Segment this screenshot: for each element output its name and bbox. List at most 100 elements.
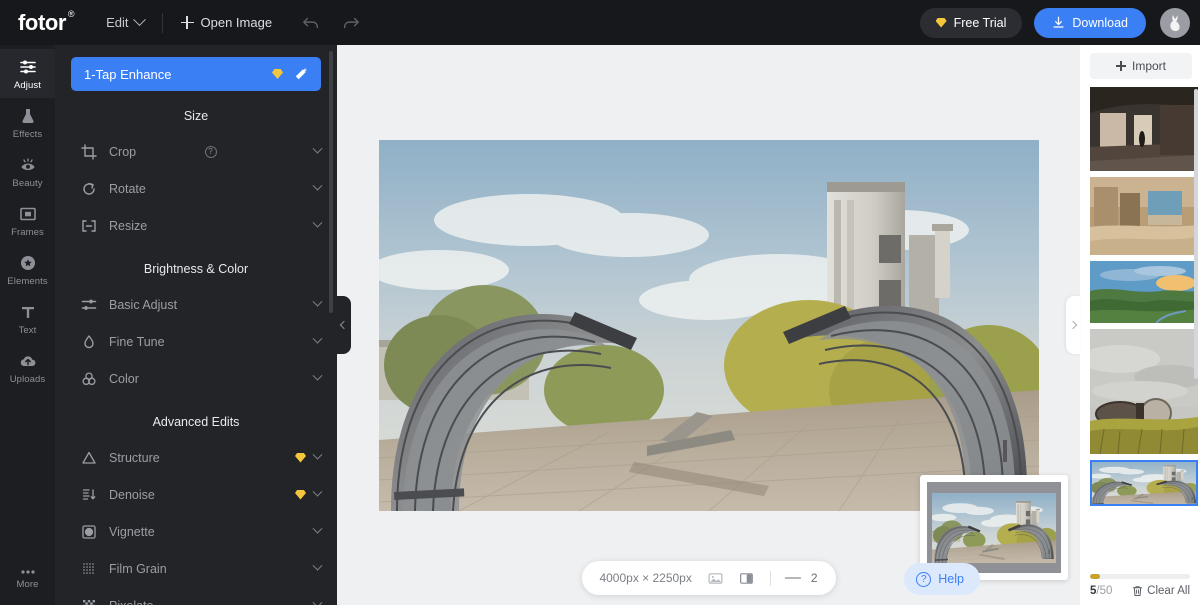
help-button[interactable]: ? Help xyxy=(904,563,980,595)
download-icon xyxy=(1053,16,1064,28)
zoom-value: 2 xyxy=(810,571,818,585)
chevron-right-icon xyxy=(1068,320,1078,330)
sidebar-item-frames[interactable]: Frames xyxy=(0,196,55,245)
history-controls xyxy=(302,14,360,32)
thumbnail-green-valley-sunset[interactable] xyxy=(1090,261,1198,323)
thumbnail-artwork xyxy=(1090,87,1198,171)
adjust-row-resize[interactable]: Resize xyxy=(55,207,337,244)
thumbnail-list[interactable] xyxy=(1080,87,1200,570)
canvas-photo[interactable] xyxy=(379,140,1039,511)
sidebar-item-adjust[interactable]: Adjust xyxy=(0,49,55,98)
fotor-logo[interactable]: fotor ® xyxy=(18,9,75,35)
sidebar-item-label: Uploads xyxy=(9,374,46,385)
magic-wand-icon xyxy=(295,67,308,79)
sidebar-item-elements[interactable]: Elements xyxy=(0,245,55,294)
chevron-down-icon xyxy=(312,296,323,307)
adjust-row-label: Vignette xyxy=(109,524,155,539)
free-trial-button[interactable]: Free Trial xyxy=(919,7,1023,38)
split-view-icon[interactable] xyxy=(739,571,754,586)
thumbnail-grass-field-dishes[interactable] xyxy=(1090,329,1198,454)
left-tool-rail: Adjust Effects Beauty Frames Elements Te… xyxy=(0,45,55,605)
zoom-out-button[interactable]: — xyxy=(785,569,801,587)
chevron-down-icon xyxy=(312,143,323,154)
edit-menu-button[interactable]: Edit xyxy=(106,13,146,30)
sidebar-item-effects[interactable]: Effects xyxy=(0,98,55,147)
thumbnail-sand-filled-room[interactable] xyxy=(1090,177,1198,255)
navigator-thumbnail xyxy=(932,493,1056,563)
adjust-row-label: Basic Adjust xyxy=(109,297,178,312)
one-tap-enhance-button[interactable]: 1-Tap Enhance xyxy=(71,57,321,91)
import-button[interactable]: Import xyxy=(1090,53,1192,79)
sidebar-item-beauty[interactable]: Beauty xyxy=(0,147,55,196)
chevron-down-icon xyxy=(312,523,323,534)
sidebar-item-label: More xyxy=(16,579,39,590)
thumbnail-arched-canopy[interactable] xyxy=(1090,460,1198,506)
redo-icon[interactable] xyxy=(342,14,360,32)
bottom-toolbar: 4000px × 2250px — 2 xyxy=(581,561,836,595)
adjust-row-crop[interactable]: Crop ? xyxy=(55,133,337,170)
image-compare-icon[interactable] xyxy=(708,571,723,586)
sidebar-item-more[interactable]: More xyxy=(0,560,55,597)
help-tooltip-icon[interactable]: ? xyxy=(204,145,217,158)
sidebar-item-uploads[interactable]: Uploads xyxy=(0,343,55,392)
sliders-icon xyxy=(81,299,97,310)
resize-icon xyxy=(82,219,96,232)
premium-diamond-icon xyxy=(935,17,947,28)
adjust-row-label: Film Grain xyxy=(109,561,167,576)
sidebar-item-text[interactable]: Text xyxy=(0,294,55,343)
adjust-row-label: Rotate xyxy=(109,181,146,196)
question-circle-icon: ? xyxy=(916,571,932,587)
image-dimensions: 4000px × 2250px xyxy=(599,571,692,585)
avatar[interactable] xyxy=(1160,7,1190,38)
open-image-button[interactable]: Open Image xyxy=(180,15,273,30)
upload-quota-row: 5 /50 Clear All xyxy=(1090,585,1190,597)
adjust-row-vignette[interactable]: Vignette xyxy=(55,513,337,550)
thumbnail-artwork xyxy=(1090,460,1198,506)
toolbar-divider xyxy=(769,570,771,586)
thumbnail-artwork xyxy=(1090,329,1198,454)
upload-quota-bar xyxy=(1090,574,1190,579)
chevron-down-icon xyxy=(312,180,323,191)
adjust-row-fine-tune[interactable]: Fine Tune xyxy=(55,323,337,360)
section-title-size: Size xyxy=(183,109,209,123)
chevron-down-icon xyxy=(312,597,323,605)
collapse-left-panel-button[interactable] xyxy=(337,296,351,354)
chevron-down-icon xyxy=(132,13,146,27)
adjust-row-denoise[interactable]: Denoise xyxy=(55,476,337,513)
adjust-row-rotate[interactable]: Rotate xyxy=(55,170,337,207)
upload-quota-fill xyxy=(1090,574,1100,579)
adjust-row-structure[interactable]: Structure xyxy=(55,439,337,476)
collapse-right-panel-button[interactable] xyxy=(1066,296,1080,354)
sidebar-item-label: Adjust xyxy=(13,80,41,91)
adjust-row-film-grain[interactable]: Film Grain xyxy=(55,550,337,587)
premium-diamond-icon xyxy=(295,452,306,463)
cloud-up-icon xyxy=(20,356,35,366)
clear-all-button[interactable]: Clear All xyxy=(1132,585,1190,597)
section-title-advanced-edits: Advanced Edits xyxy=(152,415,240,429)
flask-icon xyxy=(21,109,34,124)
thumbnail-abandoned-corridor[interactable] xyxy=(1090,87,1198,171)
sidebar-item-label: Effects xyxy=(12,129,43,140)
one-tap-enhance-label: 1-Tap Enhance xyxy=(84,66,172,82)
open-image-label: Open Image xyxy=(200,15,273,30)
rotate-icon xyxy=(83,182,95,195)
premium-diamond-icon xyxy=(295,489,306,500)
eye-icon xyxy=(21,158,34,170)
adjust-row-basic-adjust[interactable]: Basic Adjust xyxy=(55,286,337,323)
divider xyxy=(161,12,163,33)
denoise-icon xyxy=(82,488,96,500)
frame-icon xyxy=(19,207,36,221)
download-button[interactable]: Download xyxy=(1034,7,1146,38)
color-circles-icon xyxy=(82,371,96,385)
adjust-row-color[interactable]: Color xyxy=(55,360,337,397)
plus-icon xyxy=(1115,61,1126,71)
adjust-row-label: Pixelate xyxy=(109,599,306,605)
adjust-row-pixelate[interactable]: Pixelate xyxy=(55,587,337,605)
clear-all-label: Clear All xyxy=(1147,585,1190,597)
panel-scrollbar[interactable] xyxy=(329,51,333,313)
undo-icon[interactable] xyxy=(302,14,320,32)
section-title-brightness-color: Brightness & Color xyxy=(143,262,249,276)
sidebar-item-label: Elements xyxy=(7,276,48,287)
logo-text: fotor xyxy=(18,9,67,35)
thumbnail-scrollbar[interactable] xyxy=(1194,89,1198,379)
